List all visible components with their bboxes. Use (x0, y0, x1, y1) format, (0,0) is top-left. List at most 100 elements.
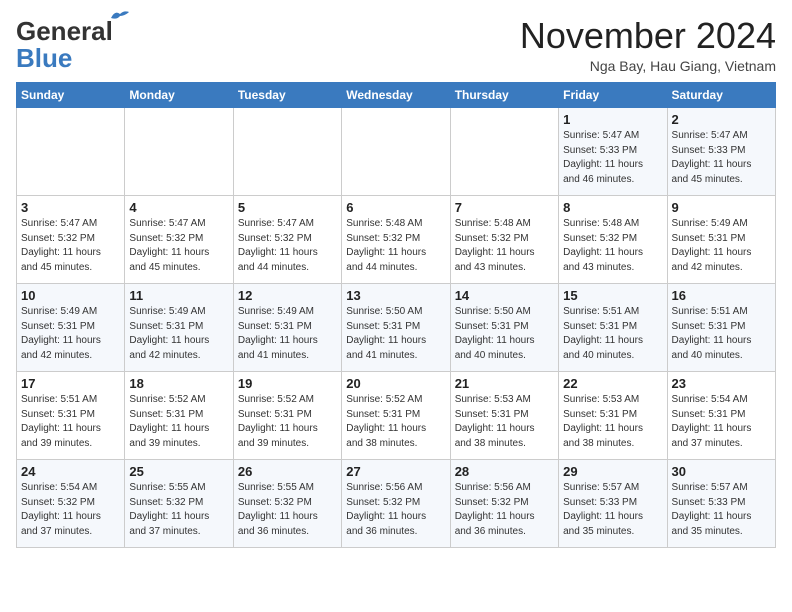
calendar-cell: 28Sunrise: 5:56 AM Sunset: 5:32 PM Dayli… (450, 460, 558, 548)
calendar-cell: 24 Sunrise: 5:54 AM Sunset: 5:32 PM Dayli… (17, 460, 125, 548)
day-info: Sunrise: 5:49 AM Sunset: 5:31 PM Dayligh… (129, 305, 228, 363)
weekday-header: Friday (559, 83, 667, 108)
day-number: 2 (672, 112, 771, 127)
calendar-cell (233, 108, 341, 196)
day-info: Sunrise: 5:48 AM Sunset: 5:32 PM Dayligh… (455, 217, 554, 275)
day-number: 21 (455, 376, 554, 391)
day-number: 20 (346, 376, 445, 391)
day-number: 14 (455, 288, 554, 303)
day-number: 30 (672, 464, 771, 479)
logo: General Blue (16, 16, 113, 74)
calendar-week-row: 17 Sunrise: 5:51 AM Sunset: 5:31 PM Dayli… (17, 372, 776, 460)
calendar-cell (17, 108, 125, 196)
weekday-header: Thursday (450, 83, 558, 108)
calendar-cell: 29 Sunrise: 5:57 AM Sunset: 5:33 PM Dayli… (559, 460, 667, 548)
day-number: 5 (238, 200, 337, 215)
calendar-cell: 20 Sunrise: 5:52 AM Sunset: 5:31 PM Dayli… (342, 372, 450, 460)
month-title: November 2024 (520, 16, 776, 56)
day-info: Sunrise: 5:49 AM Sunset: 5:31 PM Dayligh… (672, 217, 771, 275)
day-info: Sunrise: 5:52 AM Sunset: 5:31 PM Dayligh… (346, 393, 445, 451)
calendar-cell: 19 Sunrise: 5:52 AM Sunset: 5:31 PM Dayli… (233, 372, 341, 460)
day-info: Sunrise: 5:47 AM Sunset: 5:33 PM Dayligh… (563, 129, 662, 187)
page-header: General Blue November 2024 Nga Bay, Hau … (16, 16, 776, 74)
day-info: Sunrise: 5:51 AM Sunset: 5:31 PM Dayligh… (21, 393, 120, 451)
calendar-week-row: 1Sunrise: 5:47 AM Sunset: 5:33 PM Daylig… (17, 108, 776, 196)
day-number: 17 (21, 376, 120, 391)
day-number: 9 (672, 200, 771, 215)
day-info: Sunrise: 5:56 AM Sunset: 5:32 PM Dayligh… (455, 481, 554, 539)
calendar-cell: 7 Sunrise: 5:48 AM Sunset: 5:32 PM Daylig… (450, 196, 558, 284)
day-info: Sunrise: 5:56 AM Sunset: 5:32 PM Dayligh… (346, 481, 445, 539)
day-number: 23 (672, 376, 771, 391)
calendar-cell: 18 Sunrise: 5:52 AM Sunset: 5:31 PM Dayli… (125, 372, 233, 460)
title-block: November 2024 Nga Bay, Hau Giang, Vietna… (520, 16, 776, 74)
day-info: Sunrise: 5:47 AM Sunset: 5:32 PM Dayligh… (21, 217, 120, 275)
calendar-cell: 21 Sunrise: 5:53 AM Sunset: 5:31 PM Dayli… (450, 372, 558, 460)
calendar-cell: 25 Sunrise: 5:55 AM Sunset: 5:32 PM Dayli… (125, 460, 233, 548)
calendar-cell (450, 108, 558, 196)
day-info: Sunrise: 5:52 AM Sunset: 5:31 PM Dayligh… (238, 393, 337, 451)
location: Nga Bay, Hau Giang, Vietnam (520, 58, 776, 74)
day-number: 24 (21, 464, 120, 479)
day-info: Sunrise: 5:54 AM Sunset: 5:32 PM Dayligh… (21, 481, 120, 539)
day-number: 19 (238, 376, 337, 391)
day-number: 11 (129, 288, 228, 303)
day-number: 7 (455, 200, 554, 215)
calendar-cell (342, 108, 450, 196)
day-info: Sunrise: 5:50 AM Sunset: 5:31 PM Dayligh… (455, 305, 554, 363)
day-number: 29 (563, 464, 662, 479)
calendar-cell: 23 Sunrise: 5:54 AM Sunset: 5:31 PM Dayli… (667, 372, 775, 460)
day-number: 27 (346, 464, 445, 479)
day-number: 10 (21, 288, 120, 303)
day-number: 3 (21, 200, 120, 215)
weekday-header: Wednesday (342, 83, 450, 108)
weekday-header: Saturday (667, 83, 775, 108)
calendar-body: 1Sunrise: 5:47 AM Sunset: 5:33 PM Daylig… (17, 108, 776, 548)
day-info: Sunrise: 5:48 AM Sunset: 5:32 PM Dayligh… (346, 217, 445, 275)
day-info: Sunrise: 5:54 AM Sunset: 5:31 PM Dayligh… (672, 393, 771, 451)
day-number: 25 (129, 464, 228, 479)
calendar-header-row: SundayMondayTuesdayWednesdayThursdayFrid… (17, 83, 776, 108)
weekday-header: Sunday (17, 83, 125, 108)
day-info: Sunrise: 5:55 AM Sunset: 5:32 PM Dayligh… (129, 481, 228, 539)
calendar-cell: 2Sunrise: 5:47 AM Sunset: 5:33 PM Daylig… (667, 108, 775, 196)
day-number: 15 (563, 288, 662, 303)
calendar-cell: 5 Sunrise: 5:47 AM Sunset: 5:32 PM Daylig… (233, 196, 341, 284)
calendar-week-row: 24 Sunrise: 5:54 AM Sunset: 5:32 PM Dayli… (17, 460, 776, 548)
day-number: 26 (238, 464, 337, 479)
day-number: 4 (129, 200, 228, 215)
calendar-cell: 30 Sunrise: 5:57 AM Sunset: 5:33 PM Dayli… (667, 460, 775, 548)
day-info: Sunrise: 5:47 AM Sunset: 5:32 PM Dayligh… (238, 217, 337, 275)
calendar-cell: 8 Sunrise: 5:48 AM Sunset: 5:32 PM Daylig… (559, 196, 667, 284)
day-number: 18 (129, 376, 228, 391)
day-info: Sunrise: 5:47 AM Sunset: 5:32 PM Dayligh… (129, 217, 228, 275)
day-info: Sunrise: 5:51 AM Sunset: 5:31 PM Dayligh… (672, 305, 771, 363)
day-info: Sunrise: 5:52 AM Sunset: 5:31 PM Dayligh… (129, 393, 228, 451)
calendar-cell: 11 Sunrise: 5:49 AM Sunset: 5:31 PM Dayli… (125, 284, 233, 372)
day-info: Sunrise: 5:57 AM Sunset: 5:33 PM Dayligh… (563, 481, 662, 539)
day-info: Sunrise: 5:57 AM Sunset: 5:33 PM Dayligh… (672, 481, 771, 539)
calendar-table: SundayMondayTuesdayWednesdayThursdayFrid… (16, 82, 776, 548)
day-info: Sunrise: 5:53 AM Sunset: 5:31 PM Dayligh… (455, 393, 554, 451)
day-number: 13 (346, 288, 445, 303)
day-number: 22 (563, 376, 662, 391)
day-number: 8 (563, 200, 662, 215)
day-info: Sunrise: 5:50 AM Sunset: 5:31 PM Dayligh… (346, 305, 445, 363)
calendar-cell: 27 Sunrise: 5:56 AM Sunset: 5:32 PM Dayli… (342, 460, 450, 548)
logo-bird-icon (109, 8, 131, 26)
day-info: Sunrise: 5:55 AM Sunset: 5:32 PM Dayligh… (238, 481, 337, 539)
calendar-cell: 12 Sunrise: 5:49 AM Sunset: 5:31 PM Dayli… (233, 284, 341, 372)
day-info: Sunrise: 5:48 AM Sunset: 5:32 PM Dayligh… (563, 217, 662, 275)
day-number: 6 (346, 200, 445, 215)
weekday-header: Monday (125, 83, 233, 108)
calendar-cell: 26 Sunrise: 5:55 AM Sunset: 5:32 PM Dayli… (233, 460, 341, 548)
calendar-cell: 14 Sunrise: 5:50 AM Sunset: 5:31 PM Dayli… (450, 284, 558, 372)
day-info: Sunrise: 5:51 AM Sunset: 5:31 PM Dayligh… (563, 305, 662, 363)
calendar-cell: 10Sunrise: 5:49 AM Sunset: 5:31 PM Dayli… (17, 284, 125, 372)
day-info: Sunrise: 5:53 AM Sunset: 5:31 PM Dayligh… (563, 393, 662, 451)
calendar-cell: 9 Sunrise: 5:49 AM Sunset: 5:31 PM Daylig… (667, 196, 775, 284)
day-info: Sunrise: 5:49 AM Sunset: 5:31 PM Dayligh… (238, 305, 337, 363)
day-number: 12 (238, 288, 337, 303)
weekday-header: Tuesday (233, 83, 341, 108)
calendar-week-row: 3 Sunrise: 5:47 AM Sunset: 5:32 PM Daylig… (17, 196, 776, 284)
